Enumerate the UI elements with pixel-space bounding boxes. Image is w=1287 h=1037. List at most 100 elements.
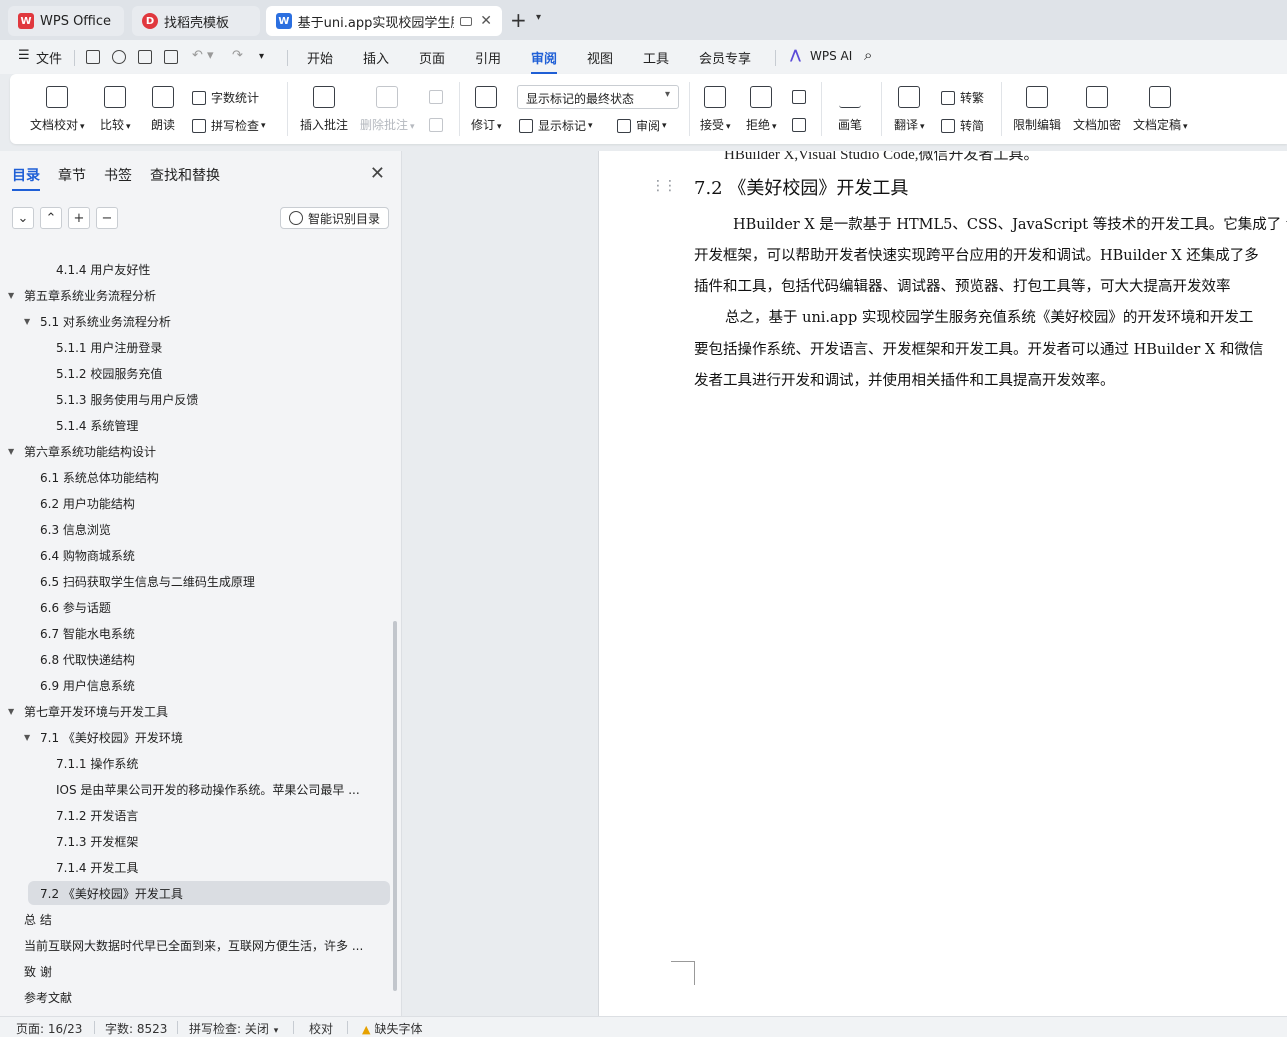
tab-wps-office[interactable]: W WPS Office — [8, 6, 124, 36]
tab-docer-templates[interactable]: D 找稻壳模板 — [132, 6, 260, 36]
add-heading-icon[interactable]: + — [68, 207, 90, 229]
tab-current-document[interactable]: W 基于uni.app实现校园学生服务 ✕ — [266, 6, 502, 36]
menu-references[interactable]: 引用 — [475, 48, 501, 67]
pen-button[interactable]: 画笔 — [838, 86, 862, 133]
to-traditional-button[interactable]: 转繁 — [941, 89, 984, 106]
expand-arrow-icon[interactable]: ▼ — [8, 707, 18, 716]
previous-comment-button[interactable] — [429, 90, 448, 104]
toc-item[interactable]: ▼ 第五章系统业务流程分析 — [0, 283, 156, 307]
toc-item[interactable]: 7.1.1 操作系统 — [0, 751, 138, 775]
menu-wps-ai[interactable]: WPS AI — [810, 49, 852, 63]
toc-item[interactable]: 参考文献 — [0, 985, 72, 1007]
insert-comment-button[interactable]: 插入批注 — [300, 86, 348, 133]
toc-item[interactable]: 7.1.4 开发工具 — [0, 855, 138, 879]
toc-item[interactable]: ▼ 第七章开发环境与开发工具 — [0, 699, 168, 723]
expand-arrow-icon[interactable]: ▼ — [8, 447, 18, 456]
markup-display-select[interactable]: 显示标记的最终状态 ▾ — [517, 85, 679, 109]
to-simplified-button[interactable]: 转简 — [941, 117, 984, 134]
proofread-indicator[interactable]: 校对 — [309, 1020, 333, 1037]
toc-item[interactable]: IOS 是由苹果公司开发的移动操作系统。苹果公司最早 ... — [0, 777, 360, 801]
toc-item[interactable]: 当前互联网大数据时代早已全面到来，互联网方便生活，许多 ... — [0, 933, 363, 957]
compare-button[interactable]: 比较 ▾ — [100, 86, 131, 133]
monitor-icon[interactable] — [460, 16, 473, 26]
redo-icon[interactable]: ↷ — [232, 48, 243, 63]
tab-sections[interactable]: 章节 — [58, 165, 86, 185]
toc-item[interactable]: 5.1.2 校园服务充值 — [0, 361, 162, 385]
toc-item[interactable]: 6.9 用户信息系统 — [0, 673, 135, 697]
doc-check-button[interactable]: 文档校对 ▾ — [30, 86, 85, 133]
search-icon[interactable]: ⌕ — [864, 46, 872, 64]
toc-item[interactable]: 7.1.3 开发框架 — [0, 829, 138, 853]
undo-icon[interactable]: ↶ ▾ — [192, 48, 214, 63]
menu-tools[interactable]: 工具 — [643, 48, 669, 67]
toc-item[interactable]: 5.1.1 用户注册登录 — [0, 335, 162, 359]
review-pane-button[interactable]: 审阅 ▾ — [617, 117, 667, 134]
show-markup-button[interactable]: 显示标记 ▾ — [519, 117, 593, 134]
track-changes-button[interactable]: 修订 ▾ — [471, 86, 502, 133]
menu-insert[interactable]: 插入 — [363, 48, 389, 67]
toc-item[interactable]: ▼ 5.1 对系统业务流程分析 — [0, 309, 171, 333]
chevron-down-icon[interactable]: ▾ — [536, 12, 541, 23]
finalize-button[interactable]: 文档定稿 ▾ — [1133, 86, 1188, 133]
spell-check-status[interactable]: 拼写检查: 关闭 ▾ — [189, 1020, 278, 1037]
menu-membership[interactable]: 会员专享 — [699, 48, 751, 67]
toc-item[interactable]: 6.3 信息浏览 — [0, 517, 111, 541]
close-tab-icon[interactable]: ✕ — [480, 13, 492, 29]
new-tab-icon[interactable]: + — [510, 8, 527, 32]
toc-item[interactable]: 6.1 系统总体功能结构 — [0, 465, 159, 489]
next-comment-button[interactable] — [429, 118, 448, 132]
drag-handle-icon[interactable]: ⋮⋮ — [651, 178, 677, 194]
expand-up-icon[interactable]: ⌃ — [40, 207, 62, 229]
reject-button[interactable]: 拒绝 ▾ — [746, 86, 777, 133]
toc-item[interactable]: 7.2 《美好校园》开发工具 — [28, 881, 390, 905]
collapse-down-icon[interactable]: ⌄ — [12, 207, 34, 229]
expand-arrow-icon[interactable]: ▼ — [24, 733, 34, 742]
toc-item[interactable]: 6.6 参与话题 — [0, 595, 111, 619]
share-icon[interactable] — [112, 50, 126, 64]
save-icon[interactable] — [86, 50, 100, 64]
expand-arrow-icon[interactable]: ▼ — [24, 317, 34, 326]
toc-item[interactable]: 6.8 代取快递结构 — [0, 647, 135, 671]
encrypt-button[interactable]: 文档加密 — [1073, 86, 1121, 133]
smart-toc-button[interactable]: 智能识别目录 — [279, 207, 389, 229]
read-aloud-button[interactable]: 朗读 — [151, 86, 175, 133]
accept-button[interactable]: 接受 ▾ — [700, 86, 731, 133]
tab-find-replace[interactable]: 查找和替换 — [150, 165, 220, 185]
toc-item[interactable]: 6.5 扫码获取学生信息与二维码生成原理 — [0, 569, 255, 593]
translate-button[interactable]: 翻译 ▾ — [894, 86, 925, 133]
toc-item[interactable]: 6.2 用户功能结构 — [0, 491, 135, 515]
spell-check-button[interactable]: 拼写检查 ▾ — [192, 117, 266, 134]
toc-item[interactable]: 6.7 智能水电系统 — [0, 621, 135, 645]
next-change-button[interactable] — [792, 118, 811, 132]
toc-item[interactable]: 6.4 购物商城系统 — [0, 543, 135, 567]
toc-item[interactable]: 5.1.4 系统管理 — [0, 413, 138, 437]
menu-review[interactable]: 审阅 — [531, 48, 558, 74]
print-icon[interactable] — [138, 50, 152, 64]
remove-heading-icon[interactable]: − — [96, 207, 118, 229]
menu-start[interactable]: 开始 — [307, 48, 333, 67]
toc-item[interactable]: 总 结 — [0, 907, 52, 931]
close-pane-icon[interactable]: ✕ — [370, 163, 385, 184]
menu-view[interactable]: 视图 — [587, 48, 613, 67]
word-count-button[interactable]: 字数统计 — [192, 89, 259, 106]
toc-item[interactable]: 5.1.3 服务使用与用户反馈 — [0, 387, 198, 411]
delete-comment-button[interactable]: 删除批注 ▾ — [360, 86, 415, 133]
toc-item[interactable]: 4.1.4 用户友好性 — [0, 257, 150, 281]
tab-toc[interactable]: 目录 — [12, 165, 40, 191]
missing-font-indicator[interactable]: ▲ 缺失字体 — [362, 1020, 422, 1037]
print-preview-icon[interactable] — [164, 50, 178, 64]
menu-page[interactable]: 页面 — [419, 48, 445, 67]
more-quick-actions-icon[interactable]: ▾ — [259, 51, 264, 62]
toc-item[interactable]: 致 谢 — [0, 959, 52, 983]
tab-bookmarks[interactable]: 书签 — [104, 165, 132, 185]
expand-arrow-icon[interactable]: ▼ — [8, 291, 18, 300]
toc-item[interactable]: ▼ 7.1 《美好校园》开发环境 — [0, 725, 183, 749]
restrict-edit-button[interactable]: 限制编辑 — [1013, 86, 1061, 133]
toc-item[interactable]: ▼ 第六章系统功能结构设计 — [0, 439, 156, 463]
toc-scrollbar[interactable] — [393, 621, 397, 991]
hamburger-icon[interactable]: ☰ — [18, 48, 30, 63]
toc-item[interactable]: 7.1.2 开发语言 — [0, 803, 138, 827]
page-indicator[interactable]: 页面: 16/23 — [16, 1020, 82, 1037]
word-count-indicator[interactable]: 字数: 8523 — [105, 1020, 167, 1037]
document-page[interactable]: HBuilder X,Visual Studio Code,微信开发者工具。 ⋮… — [598, 151, 1287, 1016]
